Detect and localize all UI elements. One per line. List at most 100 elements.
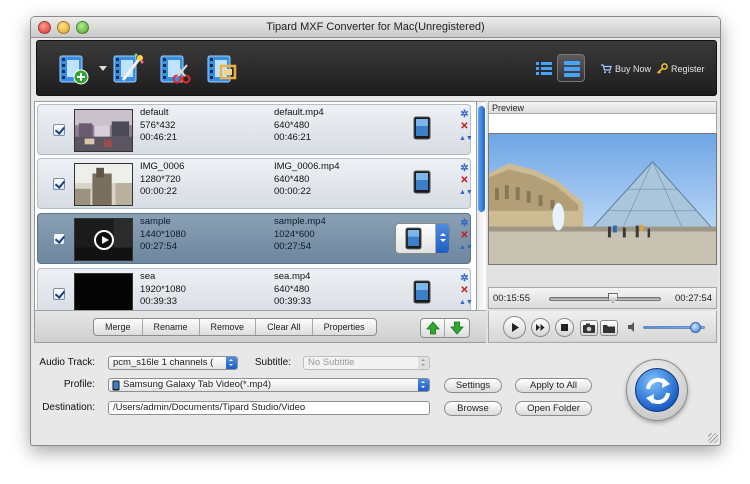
- source-name: IMG_0006: [140, 161, 185, 172]
- settings-button[interactable]: Settings: [444, 378, 502, 393]
- current-time: 00:15:55: [493, 293, 530, 304]
- output-name[interactable]: sample.mp4: [274, 216, 326, 229]
- select-arrows-icon: [226, 357, 237, 369]
- stop-icon: [561, 324, 568, 331]
- reorder-icon[interactable]: ▲▼: [459, 187, 473, 198]
- source-duration: 00:46:21: [140, 132, 177, 143]
- volume-slider[interactable]: [643, 322, 705, 333]
- open-folder-button[interactable]: Open Folder: [515, 401, 592, 416]
- play-icon[interactable]: [94, 230, 114, 250]
- profile-value: Samsung Galaxy Tab Video(*.mp4): [123, 379, 272, 390]
- title-bar: Tipard MXF Converter for Mac(Unregistere…: [31, 17, 720, 38]
- source-resolution: 1440*1080: [140, 228, 186, 240]
- convert-icon: [646, 377, 670, 405]
- apply-to-all-button[interactable]: Apply to All: [515, 378, 592, 393]
- volume-handle[interactable]: [690, 322, 701, 333]
- arrow-down-icon: [450, 321, 464, 335]
- folder-icon: [603, 325, 615, 333]
- tablet-device-icon[interactable]: [413, 280, 431, 304]
- source-name: default: [140, 107, 169, 118]
- seek-handle[interactable]: [607, 293, 618, 303]
- output-duration: 00:39:33: [274, 296, 311, 307]
- reorder-icon[interactable]: ▲▼: [459, 242, 473, 253]
- reorder-icon[interactable]: ▲▼: [459, 297, 473, 308]
- gear-icon[interactable]: ✲: [459, 109, 470, 120]
- delete-icon[interactable]: ✕: [459, 285, 470, 296]
- add-file-button[interactable]: [57, 52, 91, 86]
- preview-panel: Preview 00:15:55 00:27:54: [486, 101, 718, 343]
- subtitle-value: No Subtitle: [308, 357, 355, 368]
- play-button[interactable]: [503, 316, 526, 339]
- file-row[interactable]: default 576*432 00:46:21 default.mp4 640…: [37, 104, 473, 155]
- stop-button[interactable]: [555, 318, 574, 337]
- preview-video: [488, 133, 717, 265]
- source-name: sea: [140, 271, 156, 282]
- clip-button[interactable]: [158, 52, 192, 86]
- file-checkbox[interactable]: [53, 178, 65, 190]
- app-window: Tipard MXF Converter for Mac(Unregistere…: [30, 16, 721, 446]
- speaker-icon: [628, 322, 634, 332]
- rename-button[interactable]: Rename: [143, 319, 200, 335]
- gear-icon[interactable]: ✲: [459, 218, 470, 229]
- list-view-button[interactable]: [530, 54, 558, 82]
- move-down-button[interactable]: [445, 319, 469, 337]
- file-row[interactable]: sample 1440*1080 00:27:54 sample.mp4 102…: [37, 213, 473, 264]
- preview-timeline: 00:15:55 00:27:54: [488, 287, 717, 309]
- output-device-select[interactable]: [395, 223, 450, 254]
- profile-label: Profile:: [63, 379, 95, 390]
- subtitle-select[interactable]: No Subtitle: [303, 356, 430, 370]
- open-snapshot-folder-button[interactable]: [600, 320, 618, 336]
- preview-letterbox: [488, 114, 717, 133]
- register-label: Register: [671, 63, 705, 74]
- minimize-window-button[interactable]: [57, 21, 70, 34]
- file-checkbox[interactable]: [53, 124, 65, 136]
- fast-forward-icon: [536, 324, 545, 331]
- file-checkbox[interactable]: [53, 233, 65, 245]
- profile-select[interactable]: Samsung Galaxy Tab Video(*.mp4): [108, 378, 430, 392]
- edit-effect-button[interactable]: [111, 52, 145, 86]
- delete-icon[interactable]: ✕: [459, 121, 470, 132]
- delete-icon[interactable]: ✕: [459, 175, 470, 186]
- select-arrows-icon: [418, 379, 429, 391]
- source-duration: 00:39:33: [140, 296, 177, 307]
- delete-icon[interactable]: ✕: [459, 230, 470, 241]
- crop-button[interactable]: [205, 52, 239, 86]
- remove-button[interactable]: Remove: [200, 319, 257, 335]
- seek-bar[interactable]: [549, 293, 661, 303]
- browse-button[interactable]: Browse: [444, 401, 502, 416]
- destination-field[interactable]: /Users/admin/Documents/Tipard Studio/Vid…: [108, 401, 430, 415]
- properties-button[interactable]: Properties: [313, 319, 376, 335]
- detail-view-button[interactable]: [557, 54, 585, 82]
- gear-icon[interactable]: ✲: [459, 163, 470, 174]
- output-resolution: 640*480: [274, 283, 310, 295]
- source-info: sea 1920*1080 00:39:33: [140, 271, 186, 309]
- file-checkbox[interactable]: [53, 288, 65, 300]
- convert-button[interactable]: [626, 359, 688, 421]
- tablet-device-icon[interactable]: [413, 170, 431, 194]
- tablet-device-icon: [112, 380, 120, 391]
- output-name[interactable]: IMG_0006.mp4: [274, 161, 339, 174]
- audio-track-label: Audio Track:: [39, 357, 95, 368]
- file-row[interactable]: sea 1920*1080 00:39:33 sea.mp4 640*480 0…: [37, 268, 473, 310]
- zoom-window-button[interactable]: [76, 21, 89, 34]
- buy-now-link[interactable]: Buy Now: [600, 63, 651, 74]
- move-up-button[interactable]: [421, 319, 445, 337]
- output-name[interactable]: default.mp4: [274, 107, 324, 120]
- scrollbar-thumb[interactable]: [478, 106, 485, 212]
- snapshot-button[interactable]: [580, 320, 598, 336]
- clear-all-button[interactable]: Clear All: [256, 319, 313, 335]
- file-row[interactable]: IMG_0006 1280*720 00:00:22 IMG_0006.mp4 …: [37, 158, 473, 209]
- tablet-device-icon[interactable]: [413, 116, 431, 140]
- add-file-dropdown-icon[interactable]: [99, 66, 107, 71]
- register-link[interactable]: Register: [656, 63, 705, 74]
- audio-track-select[interactable]: pcm_s16le 1 channels (: [108, 356, 238, 370]
- merge-button[interactable]: Merge: [94, 319, 143, 335]
- file-thumbnail: [74, 273, 133, 310]
- close-window-button[interactable]: [38, 21, 51, 34]
- gear-icon[interactable]: ✲: [459, 273, 470, 284]
- add-file-icon: [59, 55, 89, 85]
- resize-grip[interactable]: [708, 433, 718, 443]
- output-name[interactable]: sea.mp4: [274, 271, 311, 284]
- reorder-icon[interactable]: ▲▼: [459, 133, 473, 144]
- fast-forward-button[interactable]: [531, 318, 550, 337]
